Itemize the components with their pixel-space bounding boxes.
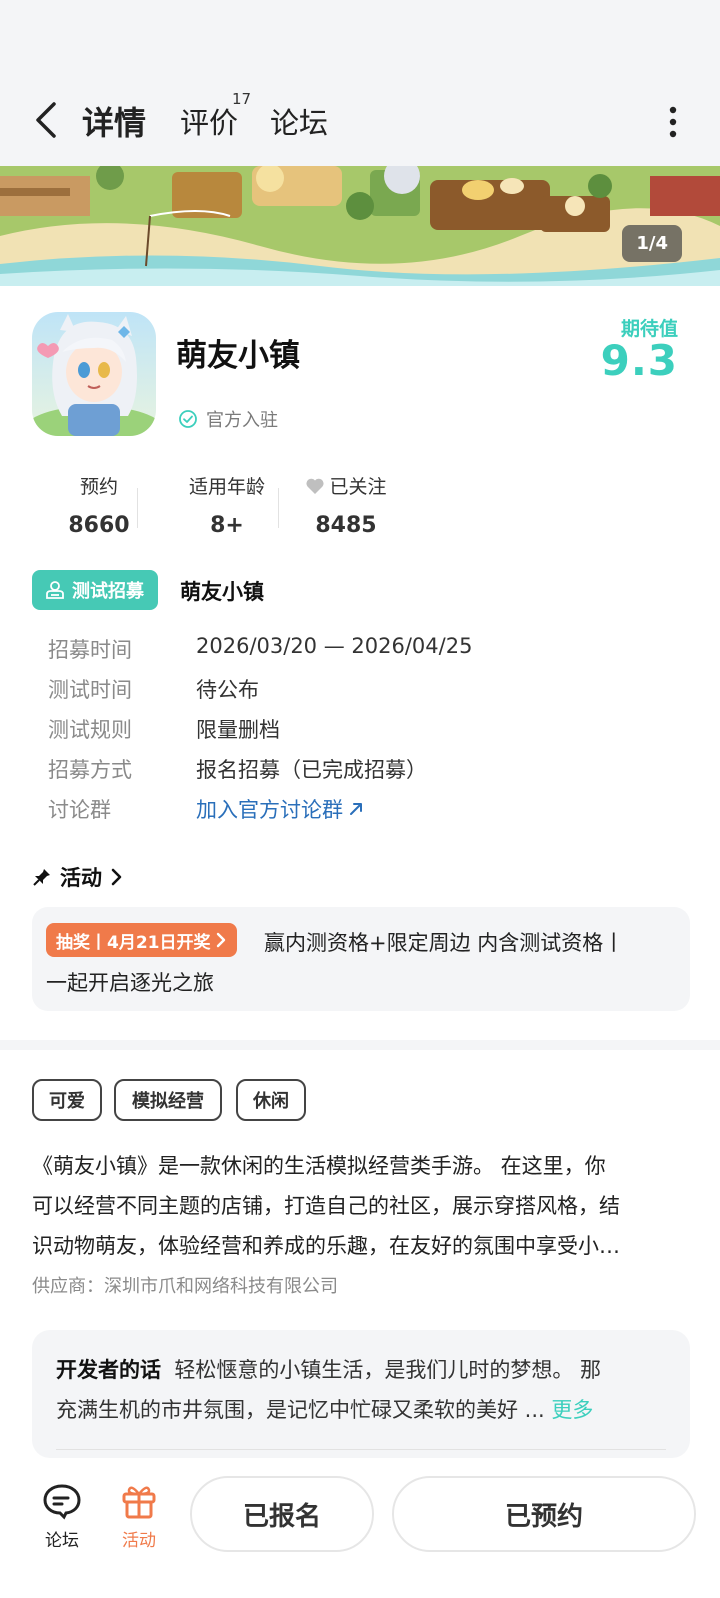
stat-follow-value: 8485 (315, 513, 377, 538)
tag-simulation[interactable]: 模拟经营 (114, 1079, 222, 1121)
recruit-row-test-time: 测试时间 待公布 (48, 674, 259, 704)
stat-age: 适用年龄 8+ (162, 472, 292, 538)
game-description[interactable]: 《萌友小镇》是一款休闲的生活模拟经营类手游。 在这里，你 可以经营不同主题的店铺… (32, 1146, 690, 1266)
join-group-label: 加入官方讨论群 (196, 798, 343, 822)
recruit-badge-label: 测试招募 (72, 581, 144, 602)
developer-note-text: 充满生机的市井氛围，是记忆中忙碌又柔软的美好 ... (56, 1398, 545, 1422)
official-verified: 官方入驻 (178, 406, 278, 432)
description-line: 识动物萌友，体验经营和养成的乐趣，在友好的氛围中享受小… (32, 1234, 620, 1258)
recruit-badge: 测试招募 (32, 570, 158, 610)
more-link[interactable]: 更多 (551, 1398, 593, 1422)
recruit-row-value: 限量删档 (196, 718, 280, 742)
join-group-link[interactable]: 加入官方讨论群 (196, 794, 365, 824)
recruit-row-rules: 测试规则 限量删档 (48, 714, 280, 744)
developer-note-line2: 充满生机的市井氛围，是记忆中忙碌又柔软的美好 ... 更多 (56, 1390, 666, 1430)
external-link-icon (350, 803, 362, 815)
bottom-action-bar: 论坛 活动 已报名 已预约 (0, 1462, 720, 1598)
stat-divider (278, 488, 279, 528)
app-name: 萌友小镇 (176, 338, 300, 374)
recruit-row-key: 招募方式 (48, 758, 132, 782)
chevron-right-icon (111, 868, 122, 886)
stat-age-label: 适用年龄 (188, 476, 265, 498)
official-label: 官方入驻 (206, 410, 278, 431)
recruit-row-key: 测试时间 (48, 678, 132, 702)
activity-header[interactable]: 活动 (32, 862, 124, 892)
check-circle-icon (179, 410, 197, 428)
app-icon-art (32, 312, 156, 436)
signed-up-button[interactable]: 已报名 (190, 1476, 374, 1552)
stat-follow-label: 已关注 (329, 476, 387, 498)
recruit-row-value: 2026/03/20 — 2026/04/25 (196, 634, 473, 658)
developer-note-lead: 开发者的话 (56, 1358, 161, 1382)
back-arrow-icon[interactable] (30, 98, 64, 142)
top-navigation: 详情 评价 17 论坛 (0, 80, 720, 166)
recruit-row-key: 测试规则 (48, 718, 132, 742)
tag-cute[interactable]: 可爱 (32, 1079, 102, 1121)
bottom-activity-button[interactable]: 活动 (112, 1482, 166, 1551)
description-line: 《萌友小镇》是一款休闲的生活模拟经营类手游。 在这里，你 (32, 1154, 606, 1178)
developer-note-line1: 开发者的话 轻松惬意的小镇生活，是我们儿时的梦想。 那 (56, 1350, 666, 1390)
tab-forum[interactable]: 论坛 (270, 100, 328, 142)
expect-score: 9.3 (600, 336, 678, 385)
review-count-badge: 17 (232, 90, 252, 108)
recruit-row-key: 讨论群 (48, 798, 111, 822)
section-divider (0, 1040, 720, 1050)
recruit-row-method: 招募方式 报名招募（已完成招募） (48, 754, 427, 784)
tab-forum-label: 论坛 (270, 106, 329, 140)
bottom-activity-label: 活动 (122, 1531, 156, 1551)
recruit-row-value: 待公布 (196, 678, 259, 702)
activity-text-line2: 一起开启逐光之旅 (46, 971, 214, 995)
recruit-title: 萌友小镇 (180, 580, 264, 604)
banner-illustration (0, 166, 720, 286)
heart-icon (306, 478, 325, 494)
tab-review-label: 评价 (180, 106, 239, 140)
tab-detail[interactable]: 详情 (80, 98, 149, 144)
tab-detail-label: 详情 (82, 104, 147, 142)
recruit-row-value: 报名招募（已完成招募） (196, 758, 427, 782)
carousel-counter: 1/4 (622, 225, 682, 262)
bottom-forum-label: 论坛 (45, 1531, 79, 1551)
recruit-row-time: 招募时间 2026/03/20 — 2026/04/25 (48, 634, 472, 664)
gift-icon (122, 1486, 156, 1519)
developer-note-card[interactable]: 开发者的话 轻松惬意的小镇生活，是我们儿时的梦想。 那 充满生机的市井氛围，是记… (32, 1330, 690, 1458)
status-bar (0, 0, 720, 80)
activity-header-label: 活动 (60, 866, 102, 890)
more-vertical-icon[interactable] (658, 100, 688, 144)
supplier-info: 供应商：深圳市爪和网络科技有限公司 (32, 1276, 338, 1297)
reserved-button[interactable]: 已预约 (392, 1476, 696, 1552)
forum-icon (43, 1484, 81, 1520)
lottery-badge-label: 抽奖丨4月21日开奖 (56, 932, 211, 953)
developer-note-text: 轻松惬意的小镇生活，是我们儿时的梦想。 那 (174, 1358, 602, 1382)
divider (56, 1449, 666, 1450)
description-line: 可以经营不同主题的店铺，打造自己的社区，展示穿搭风格，结 (32, 1194, 620, 1218)
activity-text-line1: 赢内测资格+限定周边 内含测试资格丨 (264, 931, 625, 955)
screenshot-carousel[interactable]: 1/4 (0, 166, 720, 286)
bottom-forum-button[interactable]: 论坛 (38, 1482, 86, 1551)
tab-review[interactable]: 评价 17 (180, 90, 251, 142)
tag-casual[interactable]: 休闲 (236, 1079, 306, 1121)
stat-follow[interactable]: 已关注 8485 (296, 472, 396, 538)
recruit-row-key: 招募时间 (48, 638, 132, 662)
lottery-badge: 抽奖丨4月21日开奖 (46, 923, 237, 957)
pin-icon (33, 869, 50, 886)
stat-divider (137, 488, 138, 528)
stat-age-value: 8+ (210, 513, 244, 538)
recruit-icon (46, 581, 64, 599)
app-icon (32, 312, 156, 436)
activity-card[interactable]: 抽奖丨4月21日开奖 赢内测资格+限定周边 内含测试资格丨 一起开启逐光之旅 (32, 907, 690, 1011)
recruit-row-group: 讨论群 加入官方讨论群 (48, 794, 365, 824)
stat-follow-label-wrap: 已关注 (296, 472, 396, 499)
chevron-right-icon (216, 932, 225, 948)
